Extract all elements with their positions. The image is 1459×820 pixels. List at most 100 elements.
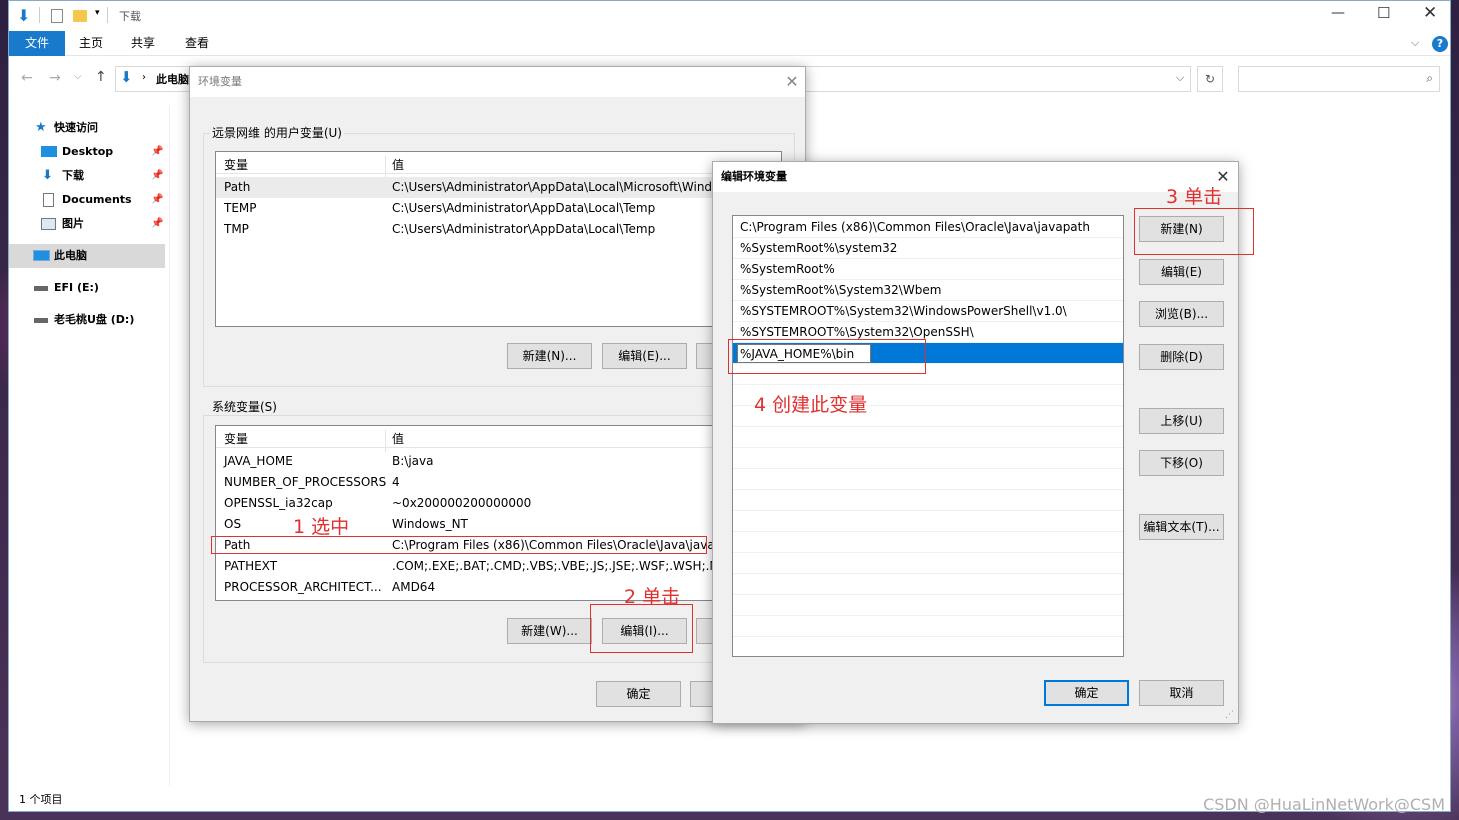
up-arrow-icon[interactable]: ↑ [95, 69, 107, 85]
table-row[interactable]: NUMBER_OF_PROCESSORS 4 [216, 472, 781, 493]
document-icon [43, 193, 54, 207]
ok-button[interactable]: 确定 [596, 681, 681, 707]
sidebar-item-pictures[interactable]: 图片 📌 [9, 212, 165, 236]
sidebar-item-documents[interactable]: Documents 📌 [9, 188, 165, 212]
dialog-title-text: 环境变量 [198, 75, 242, 88]
move-down-button[interactable]: 下移(O) [1139, 450, 1224, 476]
user-variables-list[interactable]: 变量 值 Path C:\Users\Administrator\AppData… [215, 151, 782, 327]
list-item[interactable]: %SystemRoot%\System32\Wbem [733, 280, 1123, 301]
cancel-button[interactable]: 取消 [1139, 680, 1224, 706]
back-arrow-icon[interactable]: ← [21, 70, 33, 86]
sidebar-item-this-pc[interactable]: 此电脑 [9, 244, 165, 268]
row-value: C:\Users\Administrator\AppData\Local\Tem… [392, 222, 656, 236]
browse-button[interactable]: 浏览(B)... [1139, 301, 1224, 327]
new-folder-icon[interactable] [73, 10, 87, 22]
sidebar-item-usb-drive[interactable]: 老毛桃U盘 (D:) [9, 308, 165, 332]
download-icon: ⬇ [42, 168, 53, 183]
dialog-title-text: 编辑环境变量 [721, 170, 787, 183]
list-item[interactable] [733, 469, 1123, 490]
dialog-title: 编辑环境变量 [713, 162, 1238, 192]
sidebar-item-downloads[interactable]: ⬇ 下载 📌 [9, 164, 165, 188]
list-item[interactable]: C:\Program Files (x86)\Common Files\Orac… [733, 217, 1123, 238]
close-button[interactable]: ✕ [1423, 3, 1437, 23]
sidebar-item-quick-access[interactable]: ★ 快速访问 [9, 116, 165, 140]
search-icon: ⌕ [1426, 71, 1433, 85]
edit-button[interactable]: 编辑(E) [1139, 259, 1224, 285]
ok-button[interactable]: 确定 [1044, 680, 1129, 706]
row-variable: JAVA_HOME [224, 454, 293, 468]
sidebar-item-efi-drive[interactable]: EFI (E:) [9, 276, 165, 300]
list-item[interactable] [733, 490, 1123, 511]
address-dropdown-icon[interactable]: ⌵ [1176, 71, 1184, 85]
help-icon[interactable]: ? [1432, 36, 1448, 52]
tab-home[interactable]: 主页 [79, 31, 103, 56]
row-variable: Path [224, 180, 251, 194]
list-header: 变量 值 [216, 152, 781, 178]
table-row[interactable]: PATHEXT .COM;.EXE;.BAT;.CMD;.VBS;.VBE;.J… [216, 556, 781, 577]
pin-icon[interactable]: 📌 [151, 140, 163, 164]
list-item[interactable] [733, 595, 1123, 616]
maximize-button[interactable]: ☐ [1377, 4, 1390, 22]
list-item[interactable] [733, 574, 1123, 595]
minimize-button[interactable]: — [1331, 5, 1345, 21]
list-item[interactable]: %SystemRoot% [733, 259, 1123, 280]
column-header-value[interactable]: 值 [392, 156, 404, 173]
system-new-button[interactable]: 新建(W)... [507, 618, 592, 644]
close-icon[interactable]: ✕ [780, 71, 804, 93]
pin-icon[interactable]: 📌 [151, 164, 163, 188]
sidebar-item-desktop[interactable]: Desktop 📌 [9, 140, 165, 164]
column-separator[interactable] [385, 430, 386, 452]
column-separator[interactable] [385, 156, 386, 178]
list-item[interactable] [733, 427, 1123, 448]
properties-icon[interactable] [51, 9, 63, 23]
edit-text-button[interactable]: 编辑文本(T)... [1139, 514, 1224, 540]
ribbon-tabs: 文件 主页 共享 查看 ⌵ ? [9, 31, 1450, 56]
down-arrow-icon[interactable]: ⬇ [17, 6, 30, 25]
pin-icon[interactable]: 📌 [151, 212, 163, 236]
table-row[interactable]: OPENSSL_ia32cap ~0x200000200000000 [216, 493, 781, 514]
table-row[interactable]: TEMP C:\Users\Administrator\AppData\Loca… [216, 198, 781, 219]
pin-icon[interactable]: 📌 [151, 188, 163, 212]
recent-dropdown-icon[interactable]: ⌵ [74, 71, 82, 82]
row-value: AMD64 [392, 580, 436, 594]
user-new-button[interactable]: 新建(N)... [507, 343, 592, 369]
column-header-value[interactable]: 值 [392, 430, 404, 447]
pictures-icon [41, 218, 56, 230]
list-item[interactable] [733, 553, 1123, 574]
table-row[interactable]: TMP C:\Users\Administrator\AppData\Local… [216, 219, 781, 240]
list-item[interactable] [733, 616, 1123, 637]
refresh-icon[interactable]: ↻ [1197, 66, 1223, 92]
annotation-select: 1 选中 [293, 516, 350, 538]
delete-button[interactable]: 删除(D) [1139, 344, 1224, 370]
list-item[interactable]: %SYSTEMROOT%\System32\WindowsPowerShell\… [733, 301, 1123, 322]
tab-file[interactable]: 文件 [9, 31, 65, 56]
path-list[interactable]: C:\Program Files (x86)\Common Files\Orac… [732, 215, 1124, 657]
breadcrumb[interactable]: 此电脑 [156, 71, 189, 87]
computer-icon [33, 250, 50, 261]
navigation-pane: ★ 快速访问 Desktop 📌 ⬇ 下载 📌 Documents 📌 图片 📌… [9, 106, 169, 786]
download-folder-icon: ⬇ [120, 68, 133, 86]
table-row[interactable]: JAVA_HOME B:\java [216, 451, 781, 472]
tab-share[interactable]: 共享 [131, 31, 155, 56]
row-variable: PATHEXT [224, 559, 278, 573]
user-edit-button[interactable]: 编辑(E)... [602, 343, 687, 369]
list-item[interactable]: %SystemRoot%\system32 [733, 238, 1123, 259]
pane-divider [169, 106, 170, 786]
table-row[interactable]: Path C:\Users\Administrator\AppData\Loca… [216, 177, 781, 198]
row-variable: TEMP [224, 201, 257, 215]
window-title: 下载 [119, 10, 141, 23]
list-item[interactable] [733, 511, 1123, 532]
list-item[interactable] [733, 448, 1123, 469]
column-header-variable[interactable]: 变量 [224, 430, 248, 447]
list-item[interactable] [733, 532, 1123, 553]
forward-arrow-icon[interactable]: → [49, 70, 61, 86]
row-value: C:\Users\Administrator\AppData\Local\Tem… [392, 201, 656, 215]
move-up-button[interactable]: 上移(U) [1139, 408, 1224, 434]
search-input[interactable]: ⌕ [1238, 66, 1440, 92]
table-row[interactable]: PROCESSOR_ARCHITECT... AMD64 [216, 577, 781, 598]
tab-view[interactable]: 查看 [185, 31, 209, 56]
ribbon-expand-icon[interactable]: ⌵ [1411, 36, 1419, 50]
column-header-variable[interactable]: 变量 [224, 156, 248, 173]
customize-dropdown-icon[interactable]: ▾ [95, 8, 100, 18]
resize-grip-icon[interactable]: ⋰ [1225, 710, 1234, 720]
